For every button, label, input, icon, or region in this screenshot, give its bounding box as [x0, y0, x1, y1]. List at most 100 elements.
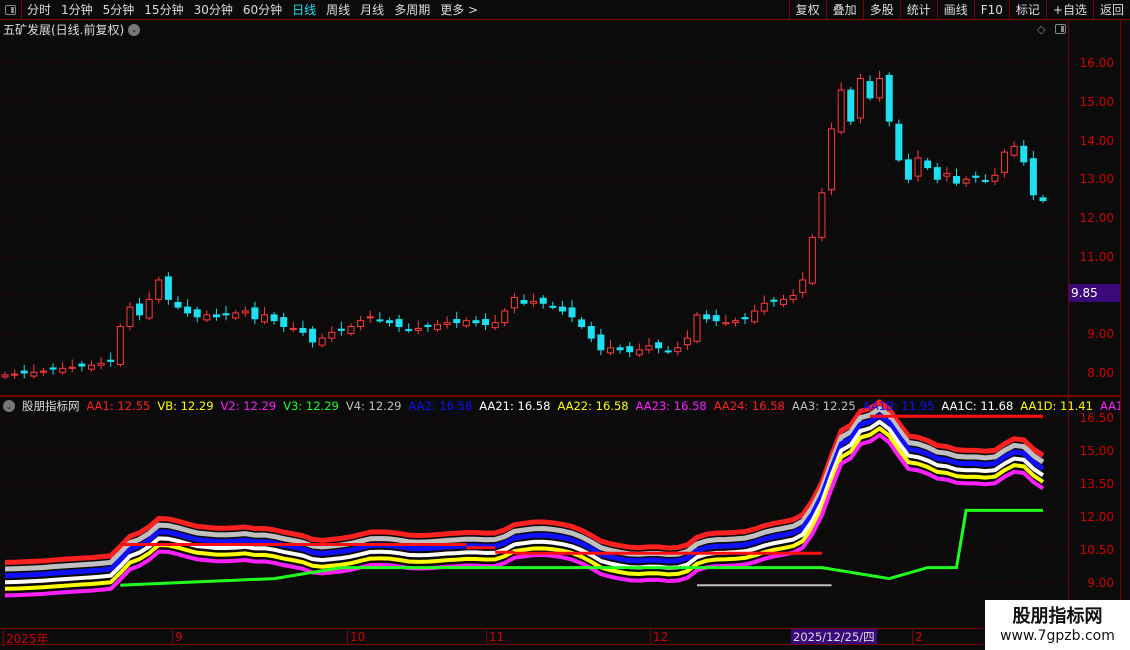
- candle: [193, 309, 201, 318]
- price-tick: 8.00: [1087, 366, 1114, 380]
- candle: [501, 310, 509, 324]
- candle: [318, 337, 326, 346]
- candle: [136, 303, 144, 316]
- indicator-value: AA1C: 11.68: [941, 399, 1014, 413]
- indicator-name: 股朋指标网: [22, 399, 80, 413]
- candle: [760, 302, 768, 312]
- price-axis: 16.00 15.00 14.00 13.00 12.00 11.00 9.00 8.00: [1068, 21, 1120, 395]
- indicator-value: AA2: 16.58: [408, 399, 473, 413]
- candle: [808, 236, 816, 284]
- candle: [30, 371, 38, 377]
- indicator-value: VB: 12.29: [157, 399, 214, 413]
- candle: [847, 89, 855, 122]
- candle: [261, 314, 268, 323]
- candle: [693, 314, 701, 342]
- candle: [895, 123, 903, 161]
- current-price-label: 9.85: [1069, 284, 1120, 302]
- indicator-value: AA24: 16.58: [713, 399, 785, 413]
- candle: [885, 74, 893, 122]
- right-side-tabs[interactable]: [1120, 21, 1130, 628]
- price-tick: 13.00: [1079, 172, 1114, 187]
- indicator-tick: 16.50: [1079, 411, 1114, 425]
- candle: [232, 312, 240, 319]
- date-tick: 12: [650, 630, 668, 644]
- candle: [472, 320, 480, 324]
- indicator-band: [4, 432, 1045, 598]
- candle: [953, 176, 960, 184]
- candle: [462, 320, 470, 327]
- date-tick: 2: [912, 630, 923, 644]
- candle: [568, 307, 576, 318]
- candle: [49, 367, 57, 370]
- candle: [914, 157, 922, 177]
- indicator-value: AA22: 16.58: [557, 399, 629, 413]
- candle: [1029, 158, 1037, 196]
- candle: [309, 328, 317, 343]
- indicator-value: AA23: 16.58: [635, 399, 707, 413]
- candle: [453, 319, 461, 324]
- indicator-legend: ⌄ 股朋指标网 AA1: 12.55 VB: 12.29 V2: 12.29 V3: 12…: [3, 398, 1130, 414]
- candle: [520, 300, 528, 304]
- indicator-value: V2: 12.29: [220, 399, 277, 413]
- indicator-tick: 10.50: [1079, 543, 1114, 557]
- candle: [626, 346, 634, 353]
- pane-divider[interactable]: [0, 395, 1120, 397]
- indicator-axis: 16.50 15.00 13.50 12.00 10.50 9.00: [1068, 397, 1120, 628]
- candle: [385, 320, 393, 324]
- candle: [904, 159, 912, 180]
- candle: [799, 279, 807, 293]
- candle: [126, 306, 134, 327]
- indicator-value: AA1B: 11.95: [862, 399, 935, 413]
- candle: [607, 347, 614, 354]
- candle: [731, 320, 739, 324]
- candle: [424, 324, 432, 327]
- candle: [39, 370, 47, 373]
- candle: [943, 172, 951, 177]
- candle: [597, 334, 605, 351]
- candle: [741, 317, 749, 320]
- indicator-tick: 9.00: [1087, 576, 1114, 590]
- candle: [443, 322, 451, 326]
- candle: [837, 89, 845, 133]
- date-axis: 2025/12/25/四 2025年 9 10 11 12 2: [0, 628, 985, 647]
- candle: [434, 324, 441, 331]
- chevron-down-icon[interactable]: ⌄: [3, 400, 15, 412]
- candle: [289, 327, 297, 331]
- candle: [97, 362, 105, 366]
- candle: [482, 319, 490, 326]
- candle: [780, 298, 787, 305]
- candle: [655, 342, 663, 349]
- candle: [645, 345, 653, 351]
- candle: [539, 297, 547, 304]
- candle: [751, 310, 759, 323]
- toolbar-button[interactable]: 返回: [1092, 0, 1130, 20]
- candle: [1, 374, 9, 378]
- candle: [222, 313, 230, 316]
- candle: [164, 276, 172, 300]
- candle: [59, 367, 67, 373]
- cursor-date: 2025/12/25/四: [791, 629, 877, 644]
- candle: [357, 320, 365, 327]
- candle: [107, 359, 115, 362]
- price-tick: 9.00: [1087, 327, 1114, 342]
- candle: [88, 364, 95, 370]
- candle: [145, 298, 153, 319]
- indicator-band: [4, 426, 1045, 591]
- indicator-value: AA3: 12.25: [791, 399, 856, 413]
- candle: [78, 363, 86, 367]
- candle: [549, 305, 557, 308]
- candle: [866, 81, 874, 99]
- candle: [1001, 151, 1009, 173]
- price-tick: 14.00: [1079, 133, 1114, 148]
- candle: [68, 366, 76, 369]
- candle: [241, 310, 249, 314]
- price-tick: 11.00: [1079, 249, 1114, 264]
- watermark-title: 股朋指标网: [1012, 606, 1103, 627]
- candle: [818, 192, 826, 238]
- candle: [530, 300, 538, 304]
- price-chart[interactable]: [0, 0, 1068, 650]
- candle: [491, 322, 499, 329]
- price-tick: 16.00: [1079, 56, 1114, 70]
- candle: [11, 373, 19, 376]
- indicator-value: V3: 12.29: [283, 399, 339, 413]
